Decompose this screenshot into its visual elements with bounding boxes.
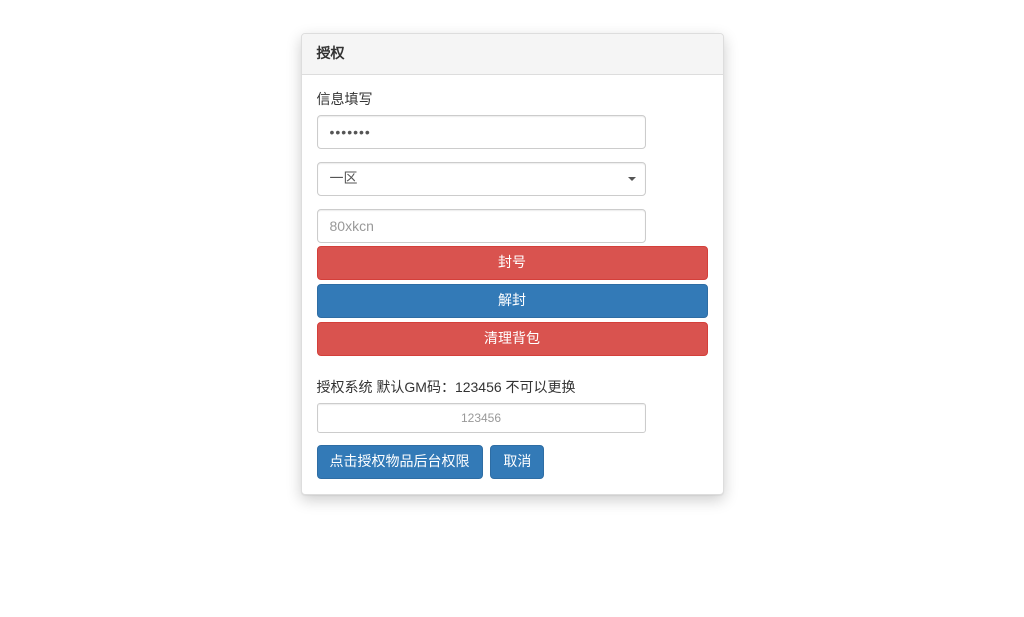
authorize-button[interactable]: 点击授权物品后台权限	[317, 445, 483, 479]
unban-button[interactable]: 解封	[317, 284, 708, 318]
clear-bag-button[interactable]: 清理背包	[317, 322, 708, 356]
password-input[interactable]	[317, 115, 646, 149]
zone-select[interactable]: 一区	[317, 162, 646, 196]
cancel-button[interactable]: 取消	[490, 445, 544, 479]
panel-body: 信息填写 一区 封号 解封 清理背包 授权系统 默认GM码：123456 不可以…	[302, 75, 723, 494]
panel-title: 授权	[317, 45, 345, 61]
username-input[interactable]	[317, 209, 646, 243]
auth-panel: 授权 信息填写 一区 封号 解封 清理背包 授权系统 默认GM码：123456 …	[301, 33, 724, 495]
panel-heading: 授权	[302, 34, 723, 75]
ban-button[interactable]: 封号	[317, 246, 708, 280]
info-label: 信息填写	[317, 90, 373, 110]
zone-select-value: 一区	[317, 162, 646, 196]
auth-system-label: 授权系统 默认GM码：123456 不可以更换	[317, 378, 576, 398]
gm-code-input[interactable]	[317, 403, 646, 433]
